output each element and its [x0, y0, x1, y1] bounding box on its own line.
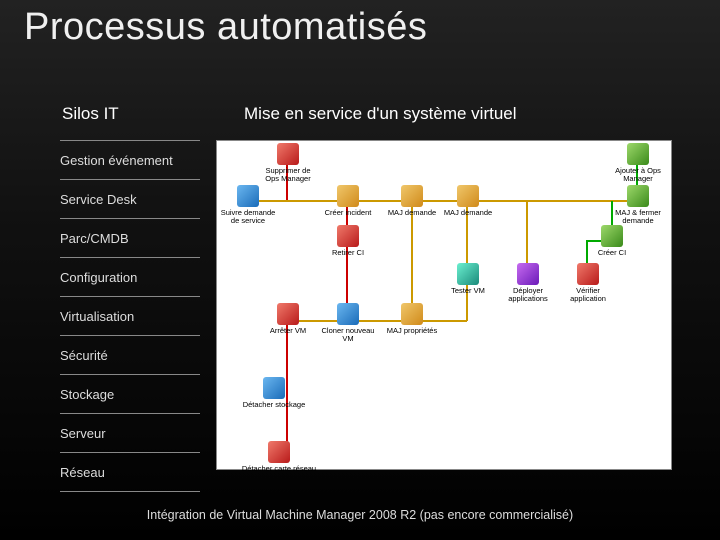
sidebar-item: Serveur	[60, 414, 200, 453]
slide-title: Processus automatisés	[24, 6, 427, 49]
close-icon	[627, 185, 649, 207]
node-maj-demande-2: MAJ demande	[439, 185, 497, 217]
node-detacher-reseau: Détacher carte réseau	[229, 441, 329, 473]
sidebar-item: Configuration	[60, 258, 200, 297]
node-deployer-apps: Déployer applications	[499, 263, 557, 304]
node-maj-fermer: MAJ & fermer demande	[609, 185, 667, 226]
sidebar-item: Sécurité	[60, 336, 200, 375]
storage-icon	[263, 377, 285, 399]
add-icon	[627, 143, 649, 165]
stop-icon	[277, 303, 299, 325]
test-icon	[457, 263, 479, 285]
update-icon	[457, 185, 479, 207]
delete-icon	[277, 143, 299, 165]
node-cloner-vm: Cloner nouveau VM	[319, 303, 377, 344]
footer-note: Intégration de Virtual Machine Manager 2…	[0, 508, 720, 522]
incident-icon	[337, 185, 359, 207]
sidebar: Gestion événement Service Desk Parc/CMDB…	[60, 140, 200, 492]
node-maj-demande-1: MAJ demande	[383, 185, 441, 217]
ticket-icon	[237, 185, 259, 207]
node-detacher-stockage: Détacher stockage	[229, 377, 319, 409]
node-suivre-demande: Suivre demande de service	[219, 185, 277, 226]
node-creer-ci: Créer CI	[583, 225, 641, 257]
sidebar-item: Virtualisation	[60, 297, 200, 336]
column-header-left: Silos IT	[62, 104, 119, 124]
properties-icon	[401, 303, 423, 325]
sidebar-item: Parc/CMDB	[60, 219, 200, 258]
node-tester-vm: Tester VM	[439, 263, 497, 295]
new-ci-icon	[601, 225, 623, 247]
column-header-right: Mise en service d'un système virtuel	[244, 104, 517, 124]
sidebar-item: Gestion événement	[60, 140, 200, 180]
sidebar-item: Stockage	[60, 375, 200, 414]
network-icon	[268, 441, 290, 463]
workflow-panel: Supprimer de Ops Manager Ajouter à Ops M…	[216, 140, 672, 470]
node-verifier-app: Vérifier application	[559, 263, 617, 304]
clone-icon	[337, 303, 359, 325]
node-creer-incident: Créer incident	[319, 185, 377, 217]
sidebar-item: Réseau	[60, 453, 200, 492]
node-maj-proprietes: MAJ propriétés	[383, 303, 441, 335]
deploy-icon	[517, 263, 539, 285]
node-retirer-ci: Retirer CI	[319, 225, 377, 257]
node-arreter-vm: Arrêter VM	[259, 303, 317, 335]
verify-icon	[577, 263, 599, 285]
node-supprimer-ops: Supprimer de Ops Manager	[259, 143, 317, 184]
sidebar-item: Service Desk	[60, 180, 200, 219]
update-icon	[401, 185, 423, 207]
node-ajouter-ops: Ajouter à Ops Manager	[609, 143, 667, 184]
remove-ci-icon	[337, 225, 359, 247]
